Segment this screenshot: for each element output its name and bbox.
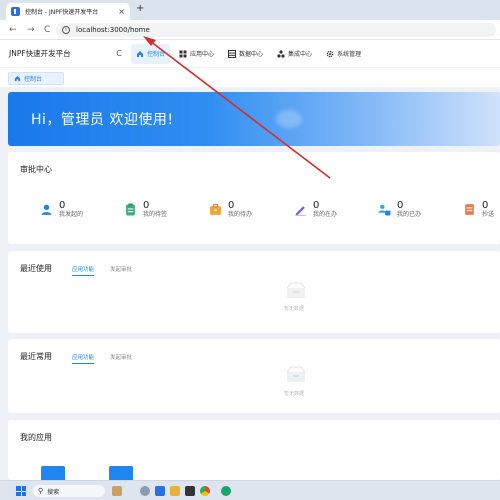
new-tab-button[interactable]: + [136, 4, 144, 14]
windows-start-icon[interactable] [16, 486, 26, 496]
tab-close-icon[interactable]: × [118, 7, 125, 16]
taskbar-widget-icon[interactable] [112, 486, 122, 496]
back-button[interactable]: ← [9, 24, 17, 36]
taskbar-search[interactable]: ⚲ 搜索 [33, 485, 105, 497]
address-bar-row: ← → C i localhost:3000/home [0, 20, 500, 40]
browser-tab-strip: 控制台 - JNPF快速开发平台 × + [0, 0, 500, 20]
url-field[interactable]: i localhost:3000/home [56, 23, 496, 37]
integration-icon [277, 49, 285, 58]
empty-text: 暂无数据 [284, 306, 305, 312]
todo-item-to-sign[interactable]: 0 我的待签 [124, 200, 167, 219]
menu-item-label: 控制台 [147, 51, 166, 58]
user-icon [41, 204, 52, 215]
tab-title: 控制台 - JNPF快速开发平台 [25, 9, 99, 16]
card-title: 审批中心 [20, 165, 52, 174]
taskbar-app-icon[interactable] [140, 486, 150, 496]
todo-item-in-progress[interactable]: 0 我的在办 [294, 200, 337, 219]
todo-count: 0 [397, 200, 404, 211]
todo-item-to-do[interactable]: 0 我的待办 [209, 200, 252, 219]
empty-text: 暂无数据 [284, 391, 305, 397]
card-title: 我的应用 [20, 433, 52, 442]
menu-item-integration-center[interactable]: 集成中心 [272, 44, 317, 64]
site-info-icon[interactable]: i [62, 26, 70, 34]
todo-count: 0 [313, 200, 320, 211]
search-icon: ⚲ [38, 487, 44, 495]
file-explorer-icon[interactable] [170, 486, 180, 496]
home-icon [14, 75, 21, 82]
empty-box-icon [286, 366, 306, 382]
todo-item-cc[interactable]: 0 抄送 [463, 200, 494, 219]
todo-label: 我的待签 [143, 211, 168, 218]
card-title: 最近常用 [20, 352, 52, 361]
menu-item-app-center[interactable]: 应用中心 [174, 44, 219, 64]
app-header: JNPF快速开发平台 C 控制台 应用中心 数据中心 集成中心 系统管理 [0, 40, 500, 67]
url-text: localhost:3000/home [76, 26, 150, 34]
empty-box-icon [286, 282, 306, 298]
todo-label: 我的在办 [313, 211, 338, 218]
logo-text: JNPF快速开发平台 [9, 49, 71, 58]
menu-item-data-center[interactable]: 数据中心 [223, 44, 268, 64]
database-icon [228, 49, 237, 58]
menu-item-label: 数据中心 [239, 51, 264, 58]
tab-initiate-approval[interactable]: 发起审批 [110, 265, 132, 276]
tag-dashboard[interactable]: 控制台 [8, 72, 64, 85]
app-tile[interactable] [109, 466, 133, 480]
taskbar-app-icon[interactable] [155, 486, 165, 496]
refresh-icon[interactable]: C [113, 49, 125, 58]
tab-app-functions[interactable]: 应用功能 [72, 353, 95, 364]
tab-app-functions[interactable]: 应用功能 [72, 265, 95, 276]
todo-label: 我的待办 [228, 211, 253, 218]
todo-label: 我发起的 [59, 211, 84, 218]
welcome-banner: Hi，管理员 欢迎使用! [8, 92, 500, 146]
todo-count: 0 [482, 200, 489, 211]
welcome-text: Hi，管理员 欢迎使用! [31, 112, 174, 128]
clipboard-icon [126, 203, 135, 216]
card-title: 最近使用 [20, 264, 52, 273]
banner-decoration [276, 110, 302, 128]
menu-item-system-management[interactable]: 系统管理 [321, 44, 366, 64]
chrome-icon[interactable] [200, 486, 210, 496]
todo-label: 我的已办 [397, 211, 422, 218]
todo-label: 抄送 [482, 211, 495, 218]
forward-button[interactable]: → [27, 24, 35, 36]
tag-label: 控制台 [24, 76, 43, 83]
menu-item-label: 应用中心 [190, 51, 215, 58]
users-check-icon [378, 204, 391, 216]
edge-icon[interactable] [221, 486, 231, 496]
todo-count: 0 [143, 200, 150, 211]
recent-frequent-card: 最近常用 应用功能 发起审批 暂无数据 [8, 339, 500, 413]
taskbar-app-icon[interactable] [185, 486, 195, 496]
my-apps-card: 我的应用 [8, 420, 500, 480]
taskbar-search-label: 搜索 [47, 488, 60, 496]
browser-tab[interactable]: 控制台 - JNPF快速开发平台 × [6, 3, 130, 20]
reload-button[interactable]: C [44, 24, 50, 36]
recent-used-card: 最近使用 应用功能 发起审批 暂无数据 [8, 251, 500, 333]
menu-item-label: 集成中心 [288, 51, 313, 58]
document-icon [465, 204, 474, 215]
tags-bar: 控制台 [0, 67, 500, 87]
app-logo[interactable]: JNPF快速开发平台 [9, 48, 113, 59]
tab-initiate-approval[interactable]: 发起审批 [110, 353, 132, 364]
recent-used-tabs: 应用功能 发起审批 [72, 265, 148, 276]
todo-count: 0 [59, 200, 66, 211]
gear-icon [326, 50, 334, 58]
approval-center-card: 审批中心 0 我发起的 0 我的待签 0 我的待办 0 我的在办 0 我的已办 0 抄送 [8, 152, 500, 244]
todo-item-initiated[interactable]: 0 我发起的 [40, 200, 83, 219]
pen-icon [295, 206, 306, 216]
todo-count: 0 [228, 200, 235, 211]
grid-icon [179, 50, 187, 58]
todo-item-done[interactable]: 0 我的已办 [378, 200, 421, 219]
site-favicon-icon [11, 7, 20, 16]
briefcase-icon [210, 204, 221, 215]
menu-item-dashboard[interactable]: 控制台 [131, 43, 171, 64]
home-icon [136, 50, 144, 58]
app-tile[interactable] [41, 466, 65, 480]
menu-item-label: 系统管理 [337, 51, 362, 58]
os-taskbar: ⚲ 搜索 [0, 480, 500, 500]
recent-frequent-tabs: 应用功能 发起审批 [72, 353, 148, 364]
